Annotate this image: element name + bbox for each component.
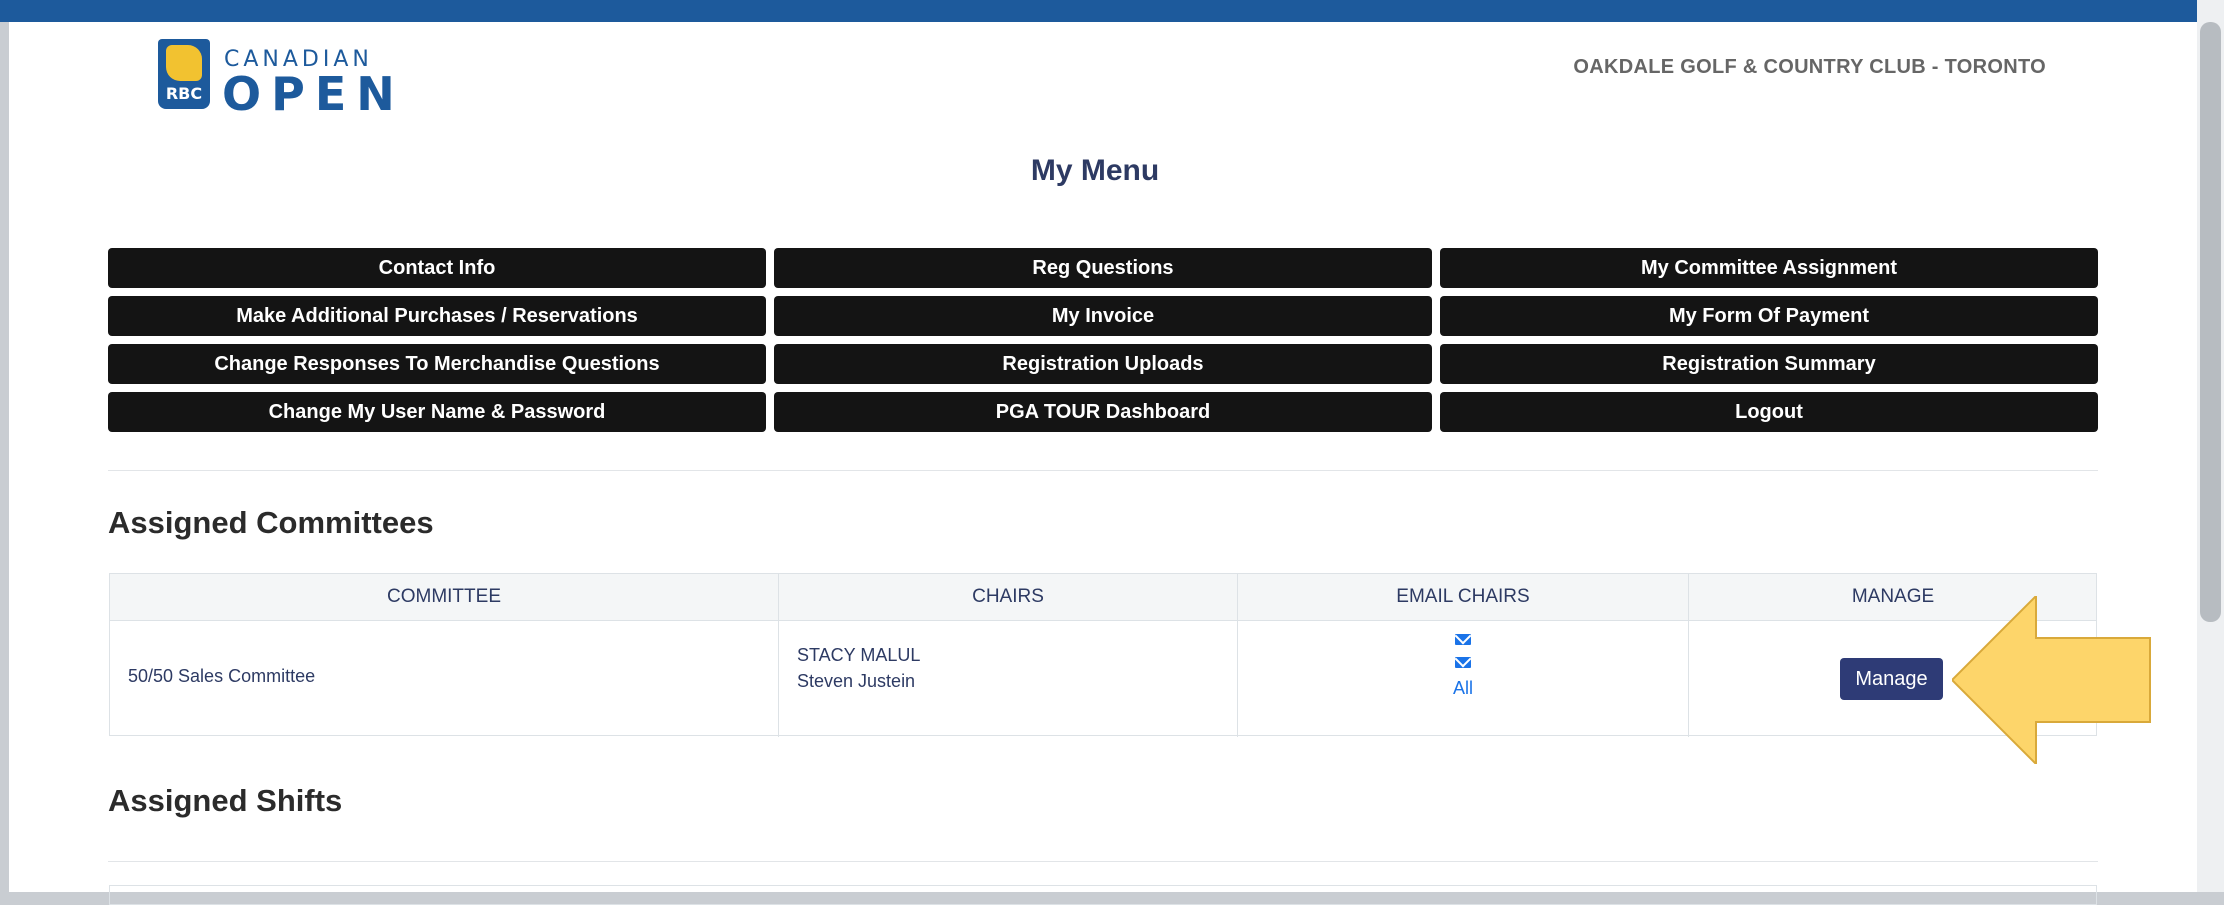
my-form-of-payment-button[interactable]: My Form Of Payment	[1440, 296, 2098, 336]
page	[9, 22, 2197, 892]
column-divider	[1688, 574, 1689, 737]
committee-name: 50/50 Sales Committee	[128, 666, 316, 686]
committees-table: COMMITTEE CHAIRS EMAIL CHAIRS MANAGE 50/…	[109, 573, 2097, 737]
my-committee-assignment-button[interactable]: My Committee Assignment	[1440, 248, 2098, 288]
column-header-email-chairs: EMAIL CHAIRS	[1396, 586, 1530, 607]
reg-questions-button[interactable]: Reg Questions	[774, 248, 1432, 288]
registration-uploads-button[interactable]: Registration Uploads	[774, 344, 1432, 384]
assigned-shifts-title: Assigned Shifts	[108, 783, 343, 818]
additional-purchases-button[interactable]: Make Additional Purchases / Reservations	[108, 296, 766, 336]
rbc-canadian-open-logo[interactable]: RBC CANADIAN OPEN	[158, 17, 398, 121]
my-invoice-button[interactable]: My Invoice	[774, 296, 1432, 336]
venue-name: OAKDALE GOLF & COUNTRY CLUB - TORONTO	[1573, 56, 2046, 78]
merchandise-questions-button[interactable]: Change Responses To Merchandise Question…	[108, 344, 766, 384]
chair-name: STACY MALUL	[797, 645, 921, 665]
email-chairs-cell: All	[1238, 634, 1688, 699]
column-header-chairs: CHAIRS	[972, 586, 1044, 607]
column-divider	[778, 574, 779, 737]
envelope-icon[interactable]	[1455, 657, 1471, 668]
table-header-row: COMMITTEE CHAIRS EMAIL CHAIRS MANAGE	[110, 574, 2096, 621]
logout-button[interactable]: Logout	[1440, 392, 2098, 432]
section-divider	[108, 470, 2098, 471]
contact-info-button[interactable]: Contact Info	[108, 248, 766, 288]
registration-summary-button[interactable]: Registration Summary	[1440, 344, 2098, 384]
manage-button[interactable]: Manage	[1840, 658, 1943, 700]
menu-grid: Contact Info Reg Questions My Committee …	[108, 248, 2098, 432]
change-username-password-button[interactable]: Change My User Name & Password	[108, 392, 766, 432]
chairs-list: STACY MALUL Steven Justein	[797, 642, 920, 694]
rbc-shield-icon: RBC	[158, 39, 210, 109]
logo-line2: OPEN	[222, 67, 405, 121]
arrow-shape	[1952, 596, 2151, 764]
chair-name: Steven Justein	[797, 671, 916, 691]
scrollbar-thumb[interactable]	[2200, 22, 2221, 622]
column-header-committee: COMMITTEE	[387, 586, 501, 607]
menu-title: My Menu	[1030, 154, 1160, 187]
envelope-icon[interactable]	[1455, 634, 1471, 645]
highlight-arrow	[1952, 596, 2151, 764]
pga-tour-dashboard-button[interactable]: PGA TOUR Dashboard	[774, 392, 1432, 432]
section-divider	[108, 861, 2098, 862]
lion-icon	[166, 45, 202, 81]
logo-brand-text: RBC	[165, 84, 203, 103]
shifts-table	[109, 885, 2097, 905]
assigned-committees-title: Assigned Committees	[108, 505, 434, 540]
email-all-link[interactable]: All	[1238, 678, 1688, 699]
